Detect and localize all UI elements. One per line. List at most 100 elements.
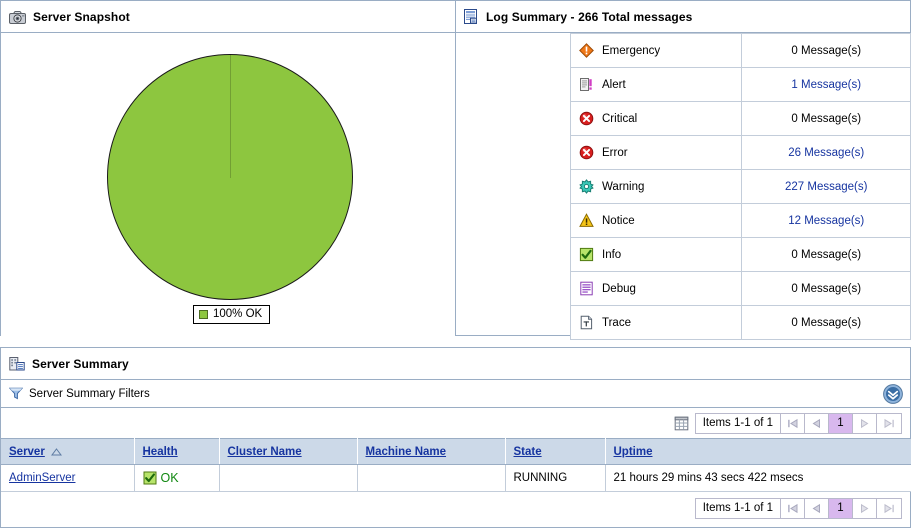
page-number-1[interactable]: 1 [829, 498, 853, 518]
pie-slice-ok[interactable] [107, 54, 353, 300]
log-count-cell: 0 Message(s) [741, 271, 911, 306]
column-header-uptime[interactable]: Uptime [605, 438, 911, 465]
alert-document-icon [579, 77, 594, 92]
server-snapshot-title: Server Snapshot [33, 9, 130, 24]
column-header-health-label[interactable]: Health [143, 446, 178, 458]
log-severity-cell: Alert [569, 67, 743, 102]
log-severity-label: Emergency [602, 44, 661, 57]
log-severity-cell: Notice [569, 203, 743, 238]
next-page-icon[interactable] [853, 413, 877, 433]
log-count-value: 0 Message(s) [791, 316, 862, 329]
pagination-control-bottom[interactable]: Items 1-1 of 1 1 [694, 497, 902, 519]
pagination-control-top[interactable]: Items 1-1 of 1 1 [694, 412, 902, 434]
column-header-health[interactable]: Health [134, 438, 220, 465]
log-count-cell[interactable]: 227 Message(s) [741, 169, 911, 204]
log-row-critical: Critical 0 Message(s) [569, 101, 911, 136]
log-severity-label: Alert [602, 78, 626, 91]
health-pie-chart[interactable] [107, 54, 353, 300]
log-severity-label: Error [602, 146, 628, 159]
log-summary-table-body: Emergency 0 Message(s) Alert 1 Message(s… [569, 33, 911, 340]
log-row-trace: Trace 0 Message(s) [569, 305, 911, 340]
notice-triangle-icon [579, 213, 594, 228]
column-header-state-label[interactable]: State [514, 446, 542, 458]
health-status-label: OK [160, 471, 179, 485]
log-summary-table: Emergency 0 Message(s) Alert 1 Message(s… [569, 33, 911, 340]
cell-machine-name [357, 464, 506, 492]
log-severity-cell: Warning [569, 169, 743, 204]
critical-x-icon [579, 111, 594, 126]
server-summary-table: Server Health Cluster Name Machine Name … [1, 438, 911, 492]
log-count-cell: 0 Message(s) [741, 33, 911, 68]
pagination-items-label: Items 1-1 of 1 [696, 498, 781, 518]
column-header-server-label[interactable]: Server [9, 446, 45, 458]
log-severity-cell: Info [569, 237, 743, 272]
green-check-box-icon [143, 471, 157, 485]
camera-icon [9, 10, 26, 24]
next-page-icon[interactable] [853, 498, 877, 518]
column-header-server[interactable]: Server [1, 438, 135, 465]
log-row-debug: Debug 0 Message(s) [569, 271, 911, 306]
log-count-value: 0 Message(s) [791, 44, 862, 57]
cell-state: RUNNING [505, 464, 606, 492]
pie-chart-legend: 100% OK [193, 305, 271, 324]
last-page-icon[interactable] [877, 498, 901, 518]
cell-health: OK [134, 464, 220, 492]
log-severity-cell: Debug [569, 271, 743, 306]
first-page-icon[interactable] [781, 413, 805, 433]
log-row-emergency: Emergency 0 Message(s) [569, 33, 911, 68]
column-header-machine-name[interactable]: Machine Name [357, 438, 506, 465]
cell-server[interactable]: AdminServer [1, 464, 135, 492]
server-summary-panel: Server Summary Server Summary Filters It… [0, 347, 911, 528]
log-severity-label: Critical [602, 112, 638, 125]
server-summary-title: Server Summary [32, 356, 129, 371]
server-summary-filters-label: Server Summary Filters [29, 387, 150, 400]
page-number-1[interactable]: 1 [829, 413, 853, 433]
log-row-notice: Notice 12 Message(s) [569, 203, 911, 238]
column-header-cluster-name-label[interactable]: Cluster Name [228, 446, 302, 458]
info-check-icon [579, 247, 594, 262]
log-count-value[interactable]: 12 Message(s) [788, 215, 864, 227]
log-count-cell[interactable]: 1 Message(s) [741, 67, 911, 102]
chevron-down-circle-icon[interactable] [882, 383, 904, 405]
log-summary-header: Log Summary - 266 Total messages [456, 1, 910, 33]
column-header-state[interactable]: State [505, 438, 606, 465]
log-count-value: 0 Message(s) [791, 282, 862, 295]
log-count-cell[interactable]: 12 Message(s) [741, 203, 911, 238]
log-count-value[interactable]: 227 Message(s) [785, 181, 867, 193]
log-count-cell: 0 Message(s) [741, 237, 911, 272]
server-link-adminserver[interactable]: AdminServer [9, 472, 75, 484]
cell-uptime: 21 hours 29 mins 43 secs 422 msecs [605, 464, 911, 492]
debug-lines-icon [579, 281, 594, 296]
log-count-value[interactable]: 26 Message(s) [788, 147, 864, 159]
funnel-icon [9, 387, 23, 400]
cell-cluster-name [219, 464, 358, 492]
table-row: AdminServer OK RUNNING 21 hours 29 mins … [1, 464, 911, 492]
log-row-error: Error 26 Message(s) [569, 135, 911, 170]
server-dashboard-page: Server Snapshot 100% OK Log Summary - 26… [0, 0, 911, 528]
last-page-icon[interactable] [877, 413, 901, 433]
sort-ascending-icon[interactable] [50, 447, 62, 456]
server-summary-filters-bar[interactable]: Server Summary Filters [1, 380, 910, 408]
pagination-items-label: Items 1-1 of 1 [696, 413, 781, 433]
log-count-cell[interactable]: 26 Message(s) [741, 135, 911, 170]
log-severity-cell: Error [569, 135, 743, 170]
log-severity-label: Debug [602, 282, 636, 295]
log-row-warning: Warning 227 Message(s) [569, 169, 911, 204]
log-document-icon [464, 8, 479, 25]
column-header-cluster-name[interactable]: Cluster Name [219, 438, 358, 465]
previous-page-icon[interactable] [805, 413, 829, 433]
log-severity-label: Warning [602, 180, 645, 193]
log-count-cell: 0 Message(s) [741, 305, 911, 340]
log-row-alert: Alert 1 Message(s) [569, 67, 911, 102]
pagination-bar-bottom: Items 1-1 of 1 1 [1, 492, 910, 524]
previous-page-icon[interactable] [805, 498, 829, 518]
table-grid-icon[interactable] [674, 416, 689, 431]
column-header-uptime-label[interactable]: Uptime [614, 446, 653, 458]
server-summary-header: Server Summary [1, 348, 910, 380]
server-summary-table-body: AdminServer OK RUNNING 21 hours 29 mins … [1, 464, 911, 492]
first-page-icon[interactable] [781, 498, 805, 518]
column-header-machine-name-label[interactable]: Machine Name [366, 446, 447, 458]
log-count-value[interactable]: 1 Message(s) [791, 79, 861, 91]
server-building-icon [9, 356, 25, 372]
log-summary-panel: Log Summary - 266 Total messages Emergen… [455, 0, 911, 340]
